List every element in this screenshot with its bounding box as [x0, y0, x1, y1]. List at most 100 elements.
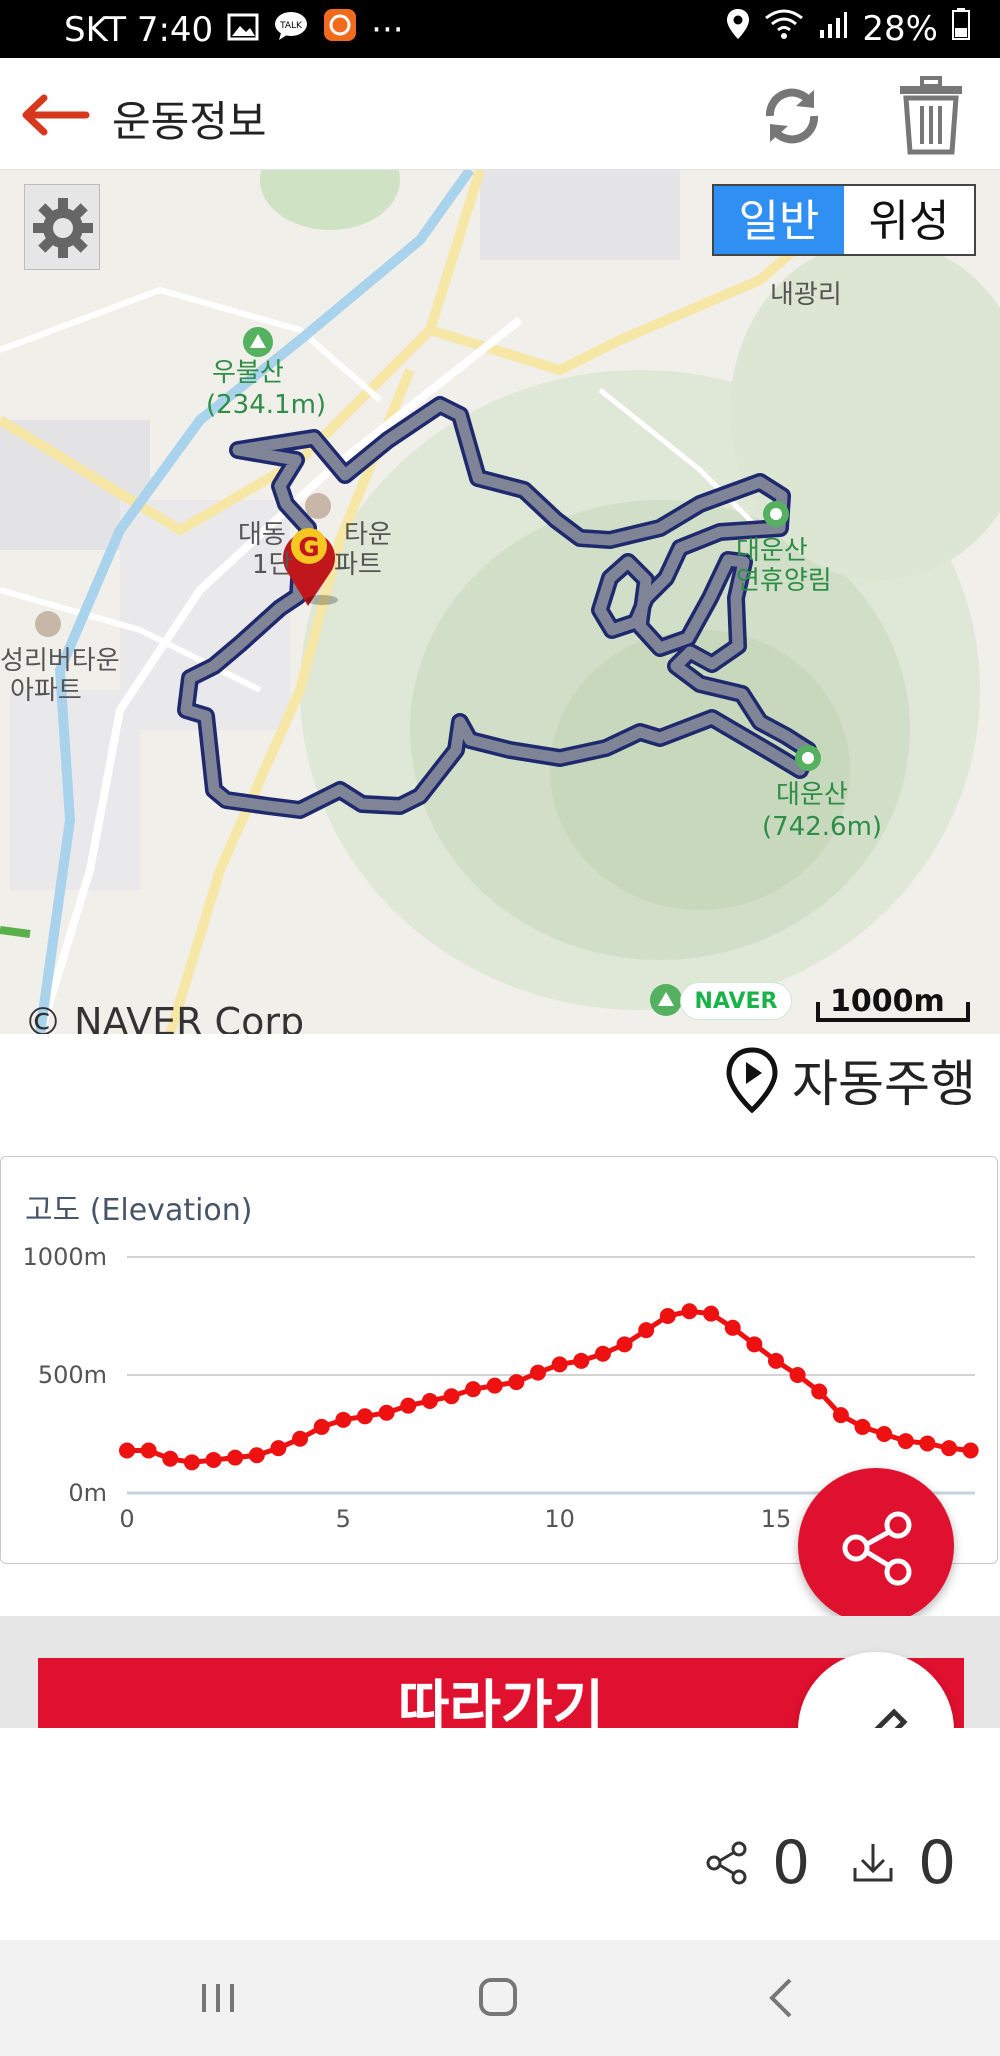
naver-logo: NAVER [680, 982, 792, 1020]
map-label-daeunsan-height: (742.6m) [762, 812, 883, 842]
signal-icon [818, 9, 848, 49]
share-count-display: 0 [704, 1828, 810, 1898]
elevation-point [919, 1435, 936, 1452]
map-settings-button[interactable] [24, 184, 100, 270]
status-bar: SKT 7:40 TALK ··· 28% [0, 0, 1000, 58]
elevation-point [140, 1442, 157, 1459]
kakaotalk-icon: TALK [273, 10, 309, 50]
home-button[interactable] [468, 1970, 528, 2026]
elevation-point [832, 1407, 849, 1424]
map-type-toggle: 일반 위성 [712, 184, 976, 256]
svg-text:TALK: TALK [279, 21, 303, 31]
elevation-point [962, 1442, 979, 1459]
elevation-point [897, 1433, 914, 1450]
elevation-point [205, 1451, 222, 1468]
more-notifications: ··· [371, 9, 404, 50]
map-label-daeunsan-forest-line1: 대운산 [736, 536, 808, 566]
elevation-point [443, 1388, 460, 1405]
gear-icon [33, 198, 93, 258]
battery-icon [952, 8, 970, 49]
x-tick-label: 0 [119, 1505, 134, 1533]
share-fab[interactable] [798, 1468, 954, 1624]
app-notification-icon [323, 8, 357, 51]
auto-play-label: 자동주행 [792, 1055, 976, 1113]
download-count-text: 0 [918, 1828, 957, 1898]
system-nav-bar [0, 1940, 1000, 2056]
delete-button[interactable] [896, 76, 966, 156]
route-map[interactable]: G 일반 위성 내광리 우불산 (234.1m) 대동 타운 1단 파트 대운산… [0, 170, 1000, 1034]
location-icon [726, 8, 750, 49]
home-icon [479, 1978, 517, 2016]
download-icon [853, 1844, 893, 1882]
back-nav-button[interactable] [752, 1970, 812, 2026]
auto-play-button[interactable]: 자동주행 [726, 1047, 976, 1113]
page-title: 운동정보 [112, 97, 267, 146]
elevation-point [941, 1440, 958, 1457]
share-icon [842, 1511, 912, 1586]
location-play-icon [726, 1047, 778, 1113]
elevation-point [573, 1352, 590, 1369]
elevation-point [378, 1404, 395, 1421]
elevation-point [681, 1303, 698, 1320]
map-type-normal-button[interactable]: 일반 [714, 186, 844, 254]
elevation-point [594, 1345, 611, 1362]
x-tick-label: 10 [544, 1505, 575, 1533]
elevation-point [746, 1336, 763, 1353]
elevation-point [789, 1367, 806, 1383]
elevation-point [270, 1440, 287, 1457]
battery-percent: 28% [862, 8, 938, 49]
share-count-text: 0 [772, 1828, 811, 1898]
x-tick-label: 5 [336, 1505, 351, 1533]
elevation-line [127, 1308, 971, 1465]
elevation-point [811, 1383, 828, 1400]
map-type-satellite-button[interactable]: 위성 [844, 186, 974, 254]
recent-apps-button[interactable] [190, 1970, 250, 2026]
gallery-icon [227, 10, 259, 50]
y-tick-label: 500m [38, 1361, 107, 1389]
elevation-point [183, 1454, 200, 1471]
map-label-apartment1-line1: 대동 [238, 520, 286, 550]
elevation-point [400, 1397, 417, 1414]
elevation-point [119, 1442, 135, 1459]
elevation-point [616, 1336, 633, 1353]
map-label-ubulsan: 우불산 [212, 358, 284, 388]
map-label-apartment1-suffix: 타운 [344, 520, 392, 550]
elevation-point [292, 1430, 309, 1447]
chevron-left-icon [769, 1978, 792, 2018]
map-scale-label: 1000m [830, 984, 945, 1019]
carrier-time: SKT 7:40 [64, 9, 214, 50]
refresh-icon [765, 88, 819, 144]
elevation-point [486, 1377, 503, 1394]
map-background: G [0, 170, 1000, 1034]
elevation-point [313, 1418, 330, 1435]
map-copyright: © NAVER Corp [24, 1000, 305, 1034]
elevation-point [530, 1364, 547, 1381]
y-tick-label: 0m [68, 1479, 107, 1507]
map-label-apartment1-line2b: 파트 [334, 550, 382, 580]
elevation-point [465, 1381, 482, 1398]
elevation-point [854, 1418, 871, 1435]
elevation-point [767, 1352, 784, 1369]
download-count-display: 0 [850, 1828, 956, 1898]
map-label-daeunsan: 대운산 [776, 780, 848, 810]
back-arrow-icon [22, 94, 90, 136]
share-small-icon [706, 1841, 747, 1885]
elevation-point [356, 1408, 373, 1425]
elevation-point [162, 1450, 179, 1467]
map-label-ubulsan-height: (234.1m) [206, 390, 327, 420]
refresh-button[interactable] [756, 80, 828, 152]
marker-letter: G [298, 533, 319, 563]
map-scale: 1000m [816, 984, 972, 1034]
elevation-point [551, 1356, 568, 1373]
elevation-point [659, 1308, 676, 1324]
back-button[interactable] [18, 92, 90, 138]
elevation-point [335, 1411, 352, 1428]
elevation-point [638, 1322, 655, 1339]
elevation-point [421, 1392, 438, 1409]
map-label-apartment2-line1: 성리버타운 [0, 646, 120, 676]
trash-icon [900, 76, 962, 155]
x-tick-label: 15 [761, 1505, 792, 1533]
elevation-point [876, 1426, 893, 1442]
map-label-naegwang: 내광리 [770, 280, 842, 310]
map-label-daeunsan-forest-line2: 연휴양림 [736, 566, 832, 596]
